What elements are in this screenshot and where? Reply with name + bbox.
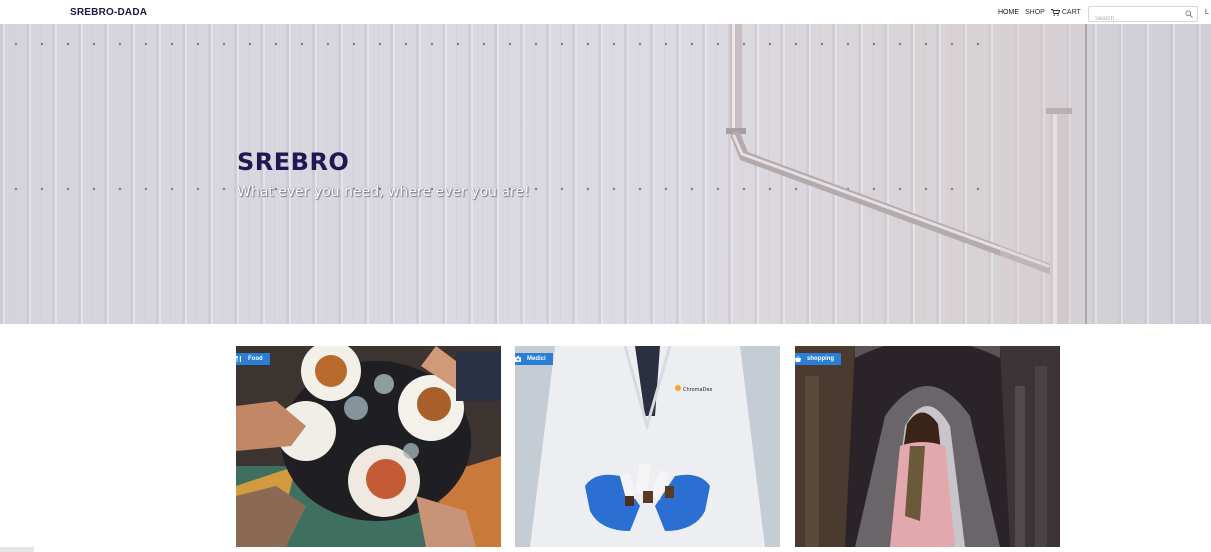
login-link-partial[interactable]: L bbox=[1205, 9, 1209, 16]
category-card-shopping[interactable]: shopping bbox=[795, 346, 1060, 547]
nav-home-link[interactable]: HOME bbox=[998, 9, 1019, 16]
shopping-photo bbox=[795, 346, 1060, 547]
tag-shopping: shopping bbox=[795, 353, 841, 365]
tag-food-label: Food bbox=[248, 356, 263, 362]
hero-banner: SREBRO What ever you need, where ever yo… bbox=[0, 24, 1211, 324]
tag-medici-label: Medici bbox=[527, 356, 546, 362]
navbar: SREBRO-DADA HOME SHOP CART L bbox=[0, 0, 1211, 26]
cart-icon bbox=[1050, 9, 1060, 16]
food-photo bbox=[236, 346, 501, 547]
nav-links: HOME SHOP CART bbox=[998, 9, 1087, 16]
page: SREBRO-DADA HOME SHOP CART L bbox=[0, 0, 1211, 552]
tag-shopping-label: shopping bbox=[807, 356, 834, 362]
nav-shop-link[interactable]: SHOP bbox=[1025, 9, 1045, 16]
utensils-icon bbox=[236, 356, 241, 362]
svg-text:ChromaDex: ChromaDex bbox=[683, 387, 712, 393]
brand-logo-link[interactable]: SREBRO-DADA bbox=[70, 7, 147, 18]
category-card-medici[interactable]: ChromaDex Medici bbox=[515, 346, 780, 547]
medical-kit-icon bbox=[515, 356, 521, 362]
shopping-basket-icon bbox=[795, 356, 801, 362]
hero-subtitle: What ever you need, where ever you are! bbox=[237, 184, 530, 200]
search-box bbox=[1088, 6, 1198, 26]
nav-cart-label: CART bbox=[1061, 9, 1081, 16]
hero-title: SREBRO bbox=[237, 148, 350, 176]
medical-photo: ChromaDex bbox=[515, 346, 780, 547]
scroll-indicator bbox=[0, 547, 34, 552]
nav-cart-link[interactable]: CART bbox=[1050, 9, 1081, 16]
search-icon[interactable] bbox=[1185, 10, 1193, 18]
category-card-food[interactable]: Food bbox=[236, 346, 501, 547]
tag-medici: Medici bbox=[515, 353, 553, 365]
tag-food: Food bbox=[236, 353, 270, 365]
hero-background-image bbox=[0, 24, 1211, 324]
